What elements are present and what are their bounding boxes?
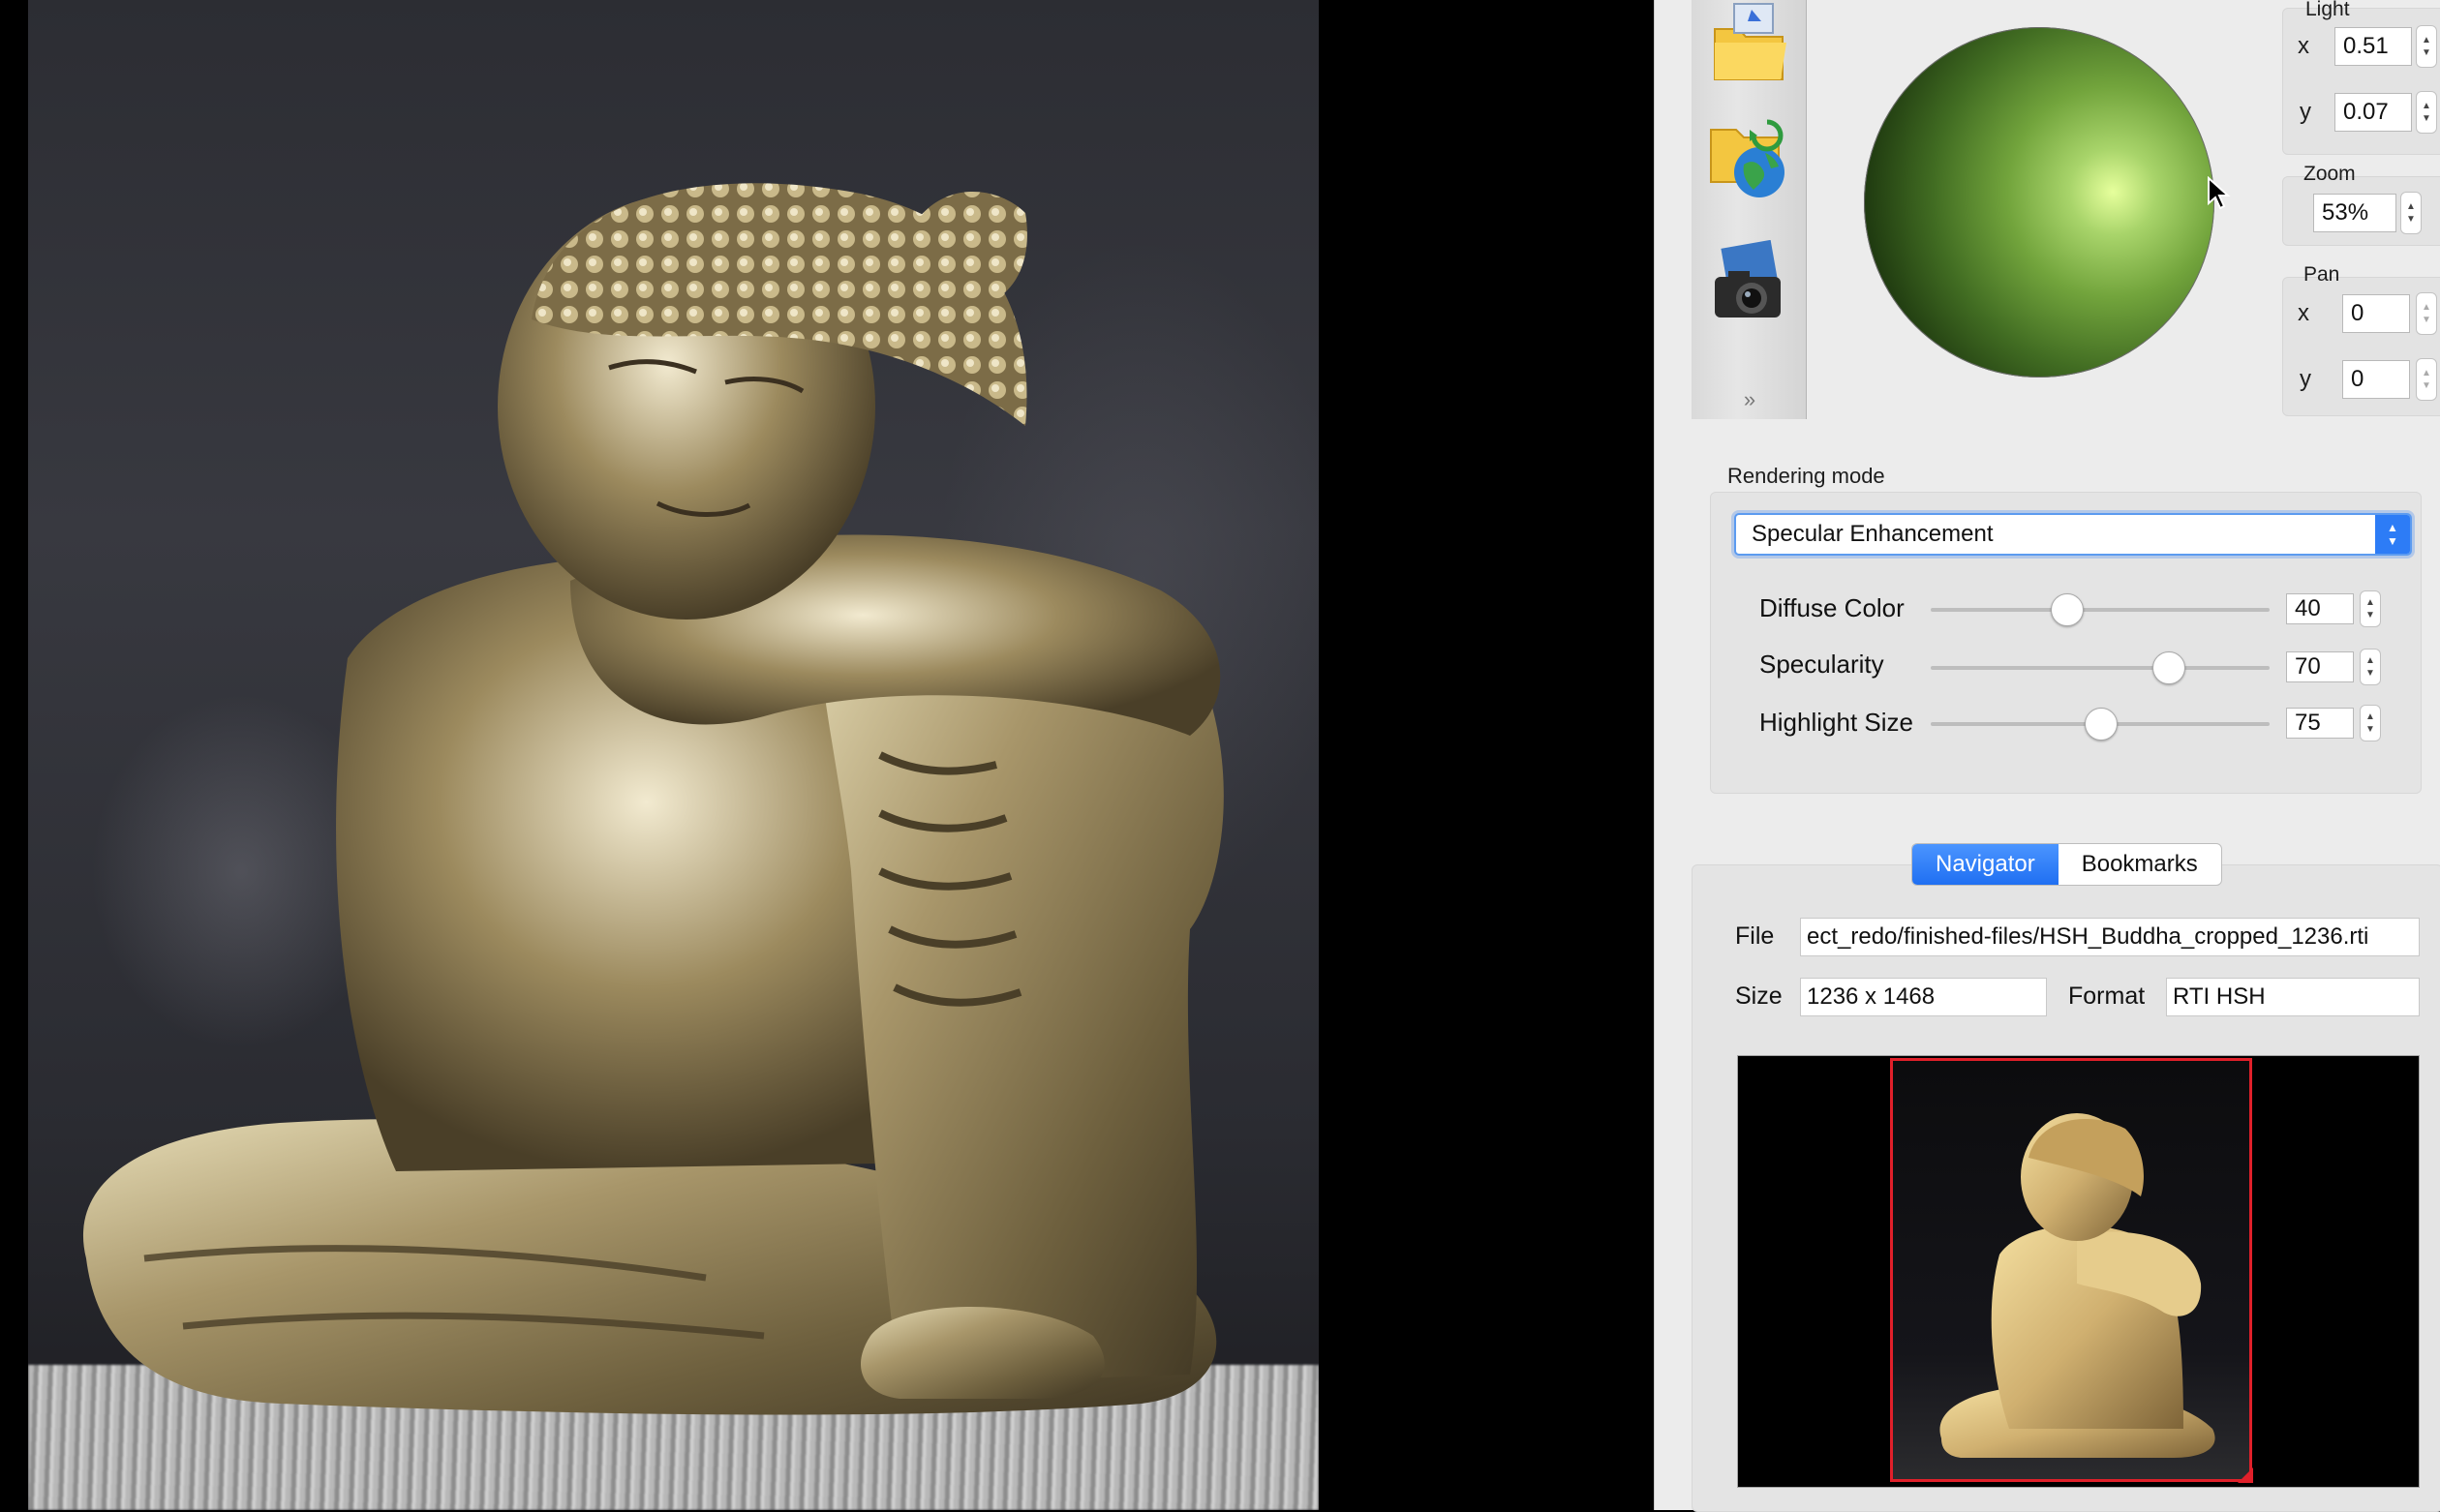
specularity-slider[interactable] bbox=[1931, 651, 2270, 684]
highlight-size-slider[interactable] bbox=[1931, 708, 2270, 741]
diffuse-color-stepper[interactable]: ▲ ▼ bbox=[2360, 590, 2381, 627]
light-y-label: y bbox=[2300, 99, 2311, 125]
diffuse-color-input[interactable]: 40 bbox=[2286, 593, 2354, 624]
rendering-mode-select[interactable]: Specular Enhancement ▲ ▼ bbox=[1734, 513, 2412, 556]
file-path-field[interactable]: ect_redo/finished-files/HSH_Buddha_cropp… bbox=[1800, 918, 2420, 956]
mouse-pointer-icon bbox=[2208, 176, 2231, 210]
pan-x-stepper[interactable]: ▲ ▼ bbox=[2416, 292, 2437, 335]
light-sphere-surface[interactable] bbox=[1864, 27, 2214, 378]
diffuse-color-slider[interactable] bbox=[1931, 593, 2270, 626]
navigator-tabbar: Navigator Bookmarks bbox=[1911, 843, 2222, 886]
zoom-stepper[interactable]: ▲ ▼ bbox=[2400, 192, 2422, 234]
light-y-input[interactable]: 0.07 bbox=[2334, 93, 2412, 132]
diffuse-color-label: Diffuse Color bbox=[1759, 593, 1905, 622]
navigator-thumbnail[interactable] bbox=[1737, 1055, 2420, 1488]
resize-corner-icon[interactable] bbox=[2238, 1467, 2253, 1483]
snapshot-camera-icon[interactable] bbox=[1705, 239, 1792, 327]
pan-y-label: y bbox=[2300, 366, 2311, 392]
format-field[interactable]: RTI HSH bbox=[2166, 978, 2420, 1016]
select-arrows-icon: ▲ ▼ bbox=[2375, 515, 2410, 554]
pan-x-label: x bbox=[2298, 300, 2309, 326]
control-panel: » Light x 0.51 ▲ ▼ y 0.07 ▲ ▼ Zoom 53% ▲ ▼ … bbox=[1654, 0, 2440, 1512]
image-viewer[interactable] bbox=[0, 0, 1654, 1510]
rendered-rti-image[interactable] bbox=[28, 0, 1319, 1510]
highlight-size-stepper[interactable]: ▲ ▼ bbox=[2360, 705, 2381, 741]
file-label: File bbox=[1735, 922, 1775, 950]
pan-x-input[interactable]: 0 bbox=[2342, 294, 2410, 333]
zoom-input[interactable]: 53% bbox=[2313, 194, 2396, 232]
highlight-size-slider-thumb[interactable] bbox=[2085, 708, 2118, 741]
tab-navigator[interactable]: Navigator bbox=[1912, 844, 2059, 885]
specularity-label: Specularity bbox=[1759, 650, 1884, 679]
light-x-label: x bbox=[2298, 33, 2309, 59]
light-direction-sphere[interactable] bbox=[1864, 27, 2214, 378]
light-x-stepper[interactable]: ▲ ▼ bbox=[2416, 25, 2437, 68]
thumbnail-buddha-image bbox=[1939, 1113, 2215, 1458]
pan-y-input[interactable]: 0 bbox=[2342, 360, 2410, 399]
highlight-size-input[interactable]: 75 bbox=[2286, 708, 2354, 739]
viewport-frame[interactable] bbox=[1890, 1058, 2252, 1482]
zoom-title: Zoom bbox=[2303, 163, 2356, 185]
diffuse-color-slider-thumb[interactable] bbox=[2051, 593, 2084, 626]
rendering-mode-title: Rendering mode bbox=[1727, 464, 1885, 488]
pan-title: Pan bbox=[2303, 263, 2340, 286]
open-folder-icon[interactable] bbox=[1705, 0, 1792, 87]
tab-bookmarks[interactable]: Bookmarks bbox=[2059, 844, 2221, 885]
size-label: Size bbox=[1735, 983, 1783, 1010]
specularity-slider-thumb[interactable] bbox=[2152, 651, 2185, 684]
toolbar: » bbox=[1692, 0, 1807, 419]
light-title: Light bbox=[2305, 0, 2350, 20]
specularity-input[interactable]: 70 bbox=[2286, 651, 2354, 682]
buddha-statue-image bbox=[82, 183, 1224, 1415]
rendering-mode-value: Specular Enhancement bbox=[1752, 521, 1994, 547]
light-x-input[interactable]: 0.51 bbox=[2334, 27, 2412, 66]
highlight-size-label: Highlight Size bbox=[1759, 708, 1913, 737]
pan-y-stepper[interactable]: ▲ ▼ bbox=[2416, 358, 2437, 401]
light-y-stepper[interactable]: ▲ ▼ bbox=[2416, 91, 2437, 134]
chevron-down-icon[interactable]: » bbox=[1740, 389, 1759, 410]
open-remote-folder-icon[interactable] bbox=[1705, 114, 1792, 201]
format-label: Format bbox=[2068, 983, 2146, 1010]
specularity-stepper[interactable]: ▲ ▼ bbox=[2360, 649, 2381, 685]
size-field[interactable]: 1236 x 1468 bbox=[1800, 978, 2047, 1016]
